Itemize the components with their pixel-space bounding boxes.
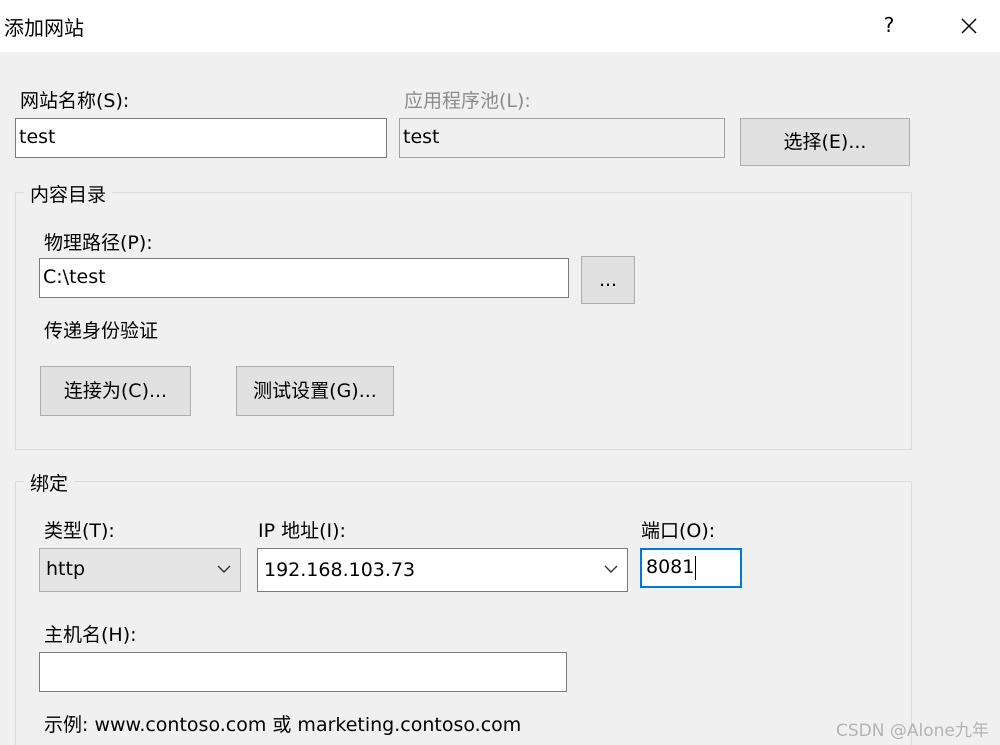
chevron-down-icon	[217, 565, 231, 573]
binding-title: 绑定	[24, 469, 75, 496]
text-caret	[695, 555, 697, 580]
connect-as-button[interactable]: 连接为(C)...	[40, 366, 191, 416]
title-bar: 添加网站 ?	[0, 0, 1000, 52]
help-button[interactable]: ?	[876, 8, 902, 42]
watermark: CSDN @Alone九年	[836, 721, 989, 741]
select-pool-button[interactable]: 选择(E)...	[740, 118, 910, 166]
physical-path-input[interactable]: C:\test	[39, 258, 569, 298]
app-pool-field: test	[399, 118, 725, 158]
site-name-label: 网站名称(S):	[20, 90, 130, 112]
ip-address-select[interactable]: 192.168.103.73	[257, 548, 628, 592]
ip-address-value: 192.168.103.73	[264, 559, 416, 581]
host-name-example: 示例: www.contoso.com 或 marketing.contoso.…	[44, 714, 522, 736]
type-label: 类型(T):	[44, 520, 115, 542]
pass-through-auth-label: 传递身份验证	[44, 320, 159, 342]
port-value: 8081	[646, 556, 695, 578]
close-icon	[961, 18, 977, 34]
port-input[interactable]: 8081	[640, 548, 742, 588]
host-name-label: 主机名(H):	[44, 624, 137, 646]
binding-group	[15, 481, 912, 745]
physical-path-label: 物理路径(P):	[44, 232, 153, 254]
dialog-title: 添加网站	[4, 16, 84, 40]
browse-path-button[interactable]: ...	[581, 256, 635, 304]
type-select-value: http	[46, 558, 86, 580]
content-directory-title: 内容目录	[24, 180, 113, 207]
close-button[interactable]	[951, 8, 987, 44]
type-select[interactable]: http	[39, 548, 241, 592]
host-name-input[interactable]	[39, 652, 567, 692]
site-name-input[interactable]: test	[15, 118, 387, 158]
test-settings-button[interactable]: 测试设置(G)...	[236, 366, 394, 416]
app-pool-label: 应用程序池(L):	[404, 90, 531, 112]
chevron-down-icon	[604, 565, 618, 573]
port-label: 端口(O):	[641, 520, 716, 542]
ip-address-label: IP 地址(I):	[258, 520, 346, 542]
